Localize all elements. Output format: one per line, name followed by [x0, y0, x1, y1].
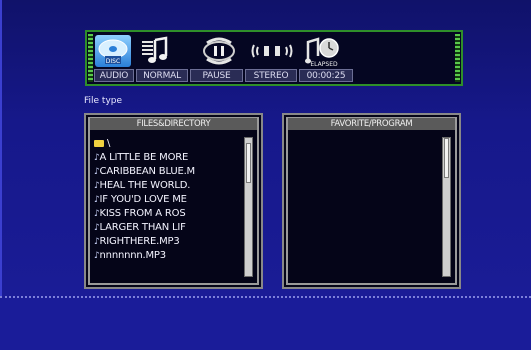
item-label: RIGHTHERE.MP3	[99, 236, 180, 247]
item-label: CARIBBEAN BLUE.M	[99, 166, 196, 177]
list-item[interactable]: ♪nnnnnnn.MP3	[94, 249, 241, 263]
list-item[interactable]: ♪LARGER THAN LIF	[94, 221, 241, 235]
program-scroll-thumb[interactable]	[444, 138, 449, 178]
audio-type-label: AUDIO	[94, 69, 134, 82]
stereo-speaker-icon	[249, 35, 295, 67]
list-item[interactable]: ♪KISS FROM A ROS	[94, 207, 241, 221]
files-scroll-thumb[interactable]	[246, 143, 251, 183]
footer-band	[0, 296, 531, 350]
elapsed-caption: ELAPSED	[310, 61, 338, 68]
files-list: \ ♪A LITTLE BE MORE ♪CARIBBEAN BLUE.M ♪HEAL…	[94, 137, 241, 279]
elapsed-clock-icon: ELAPSED	[303, 35, 345, 68]
folder-item[interactable]: \	[94, 137, 241, 151]
list-item[interactable]: ♪HEAL THE WORLD.	[94, 179, 241, 193]
file-type-label: File type	[84, 96, 123, 106]
files-directory-panel: FILES&DIRECTORY \ ♪A LITTLE BE MORE ♪CARIB…	[84, 113, 263, 289]
item-label: HEAL THE WORLD.	[99, 180, 191, 191]
music-notes-icon	[137, 35, 171, 67]
program-panel-title: FAVORITE/PROGRAM	[288, 118, 455, 130]
item-label: KISS FROM A ROS	[99, 208, 186, 219]
playback-status-bar: DISC ELAPSED AUDIO NORMAL PAUSE STEREO 0…	[85, 30, 463, 86]
files-panel-title: FILES&DIRECTORY	[90, 118, 257, 130]
play-state-label: PAUSE	[190, 69, 243, 82]
list-item[interactable]: ♪CARIBBEAN BLUE.M	[94, 165, 241, 179]
repeat-mode-label: NORMAL	[136, 69, 188, 82]
audio-channel-label: STEREO	[245, 69, 297, 82]
disc-icon: DISC	[95, 35, 131, 67]
files-scrollbar[interactable]	[244, 137, 253, 277]
item-label: A LITTLE BE MORE	[99, 152, 189, 163]
item-label: \	[107, 138, 111, 149]
pause-loop-icon	[197, 35, 241, 67]
item-label: IF YOU'D LOVE ME	[99, 194, 187, 205]
item-label: LARGER THAN LIF	[99, 222, 186, 233]
list-item[interactable]: ♪A LITTLE BE MORE	[94, 151, 241, 165]
list-item[interactable]: ♪RIGHTHERE.MP3	[94, 235, 241, 249]
item-label: nnnnnnn.MP3	[99, 250, 167, 261]
elapsed-time-label: 00:00:25	[299, 69, 353, 82]
program-list	[292, 137, 439, 279]
list-item[interactable]: ♪IF YOU'D LOVE ME	[94, 193, 241, 207]
favorite-program-panel: FAVORITE/PROGRAM	[282, 113, 461, 289]
program-scrollbar[interactable]	[442, 137, 451, 277]
disc-badge-text: DISC	[105, 58, 121, 65]
folder-icon	[94, 139, 104, 147]
